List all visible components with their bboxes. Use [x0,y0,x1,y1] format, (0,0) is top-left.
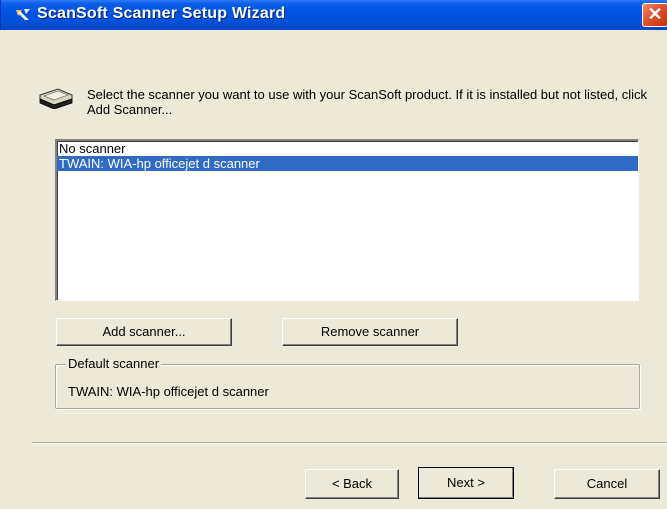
scanner-icon [39,88,73,109]
list-item-twain-scanner[interactable]: TWAIN: WIA-hp officejet d scanner [57,156,638,171]
remove-scanner-button[interactable]: Remove scanner [282,318,458,346]
separator [32,442,667,444]
cancel-button[interactable]: Cancel [554,469,660,499]
close-icon: ✕ [647,4,663,24]
scansoft-wizard-icon [16,9,30,20]
default-scanner-label: Default scanner [66,356,162,371]
next-button[interactable]: Next > [418,467,514,499]
default-scanner-value: TWAIN: WIA-hp officejet d scanner [68,384,269,399]
close-button[interactable]: ✕ [642,3,667,27]
back-button[interactable]: < Back [305,469,399,499]
window-title: ScanSoft Scanner Setup Wizard [37,5,286,22]
list-item-no-scanner[interactable]: No scanner [57,141,638,156]
add-scanner-button[interactable]: Add scanner... [56,318,232,346]
instructions-text: Select the scanner you want to use with … [87,87,648,117]
scanner-listbox[interactable]: No scanner TWAIN: WIA-hp officejet d sca… [55,139,639,301]
title-bar[interactable]: ScanSoft Scanner Setup Wizard ✕ [0,0,667,30]
